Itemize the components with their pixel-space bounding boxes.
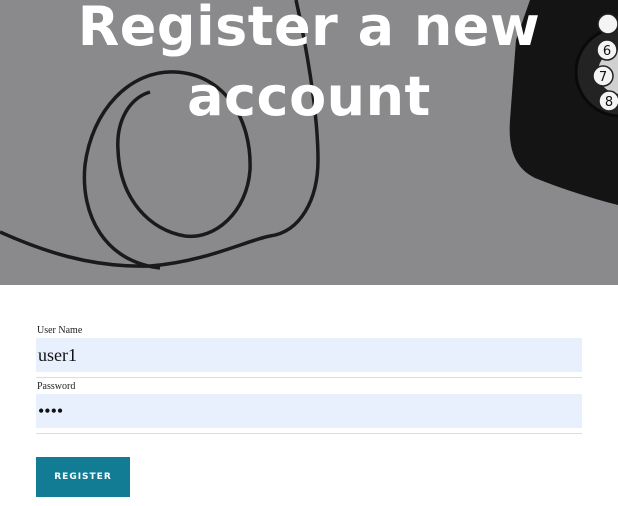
password-input[interactable] xyxy=(36,394,582,428)
username-label: User Name xyxy=(37,325,83,336)
password-divider xyxy=(36,433,582,434)
register-button[interactable]: REGISTER xyxy=(36,457,130,497)
hero-banner: 6 7 8 Register a new account xyxy=(0,0,618,285)
username-input[interactable] xyxy=(36,338,582,372)
page-title-line-1: Register a new xyxy=(77,0,541,58)
page-title-line-2: account xyxy=(187,65,431,128)
page-title: Register a new account xyxy=(0,0,618,132)
password-label: Password xyxy=(37,381,76,392)
username-divider xyxy=(36,377,582,378)
register-form: User Name Password REGISTER xyxy=(0,285,618,506)
